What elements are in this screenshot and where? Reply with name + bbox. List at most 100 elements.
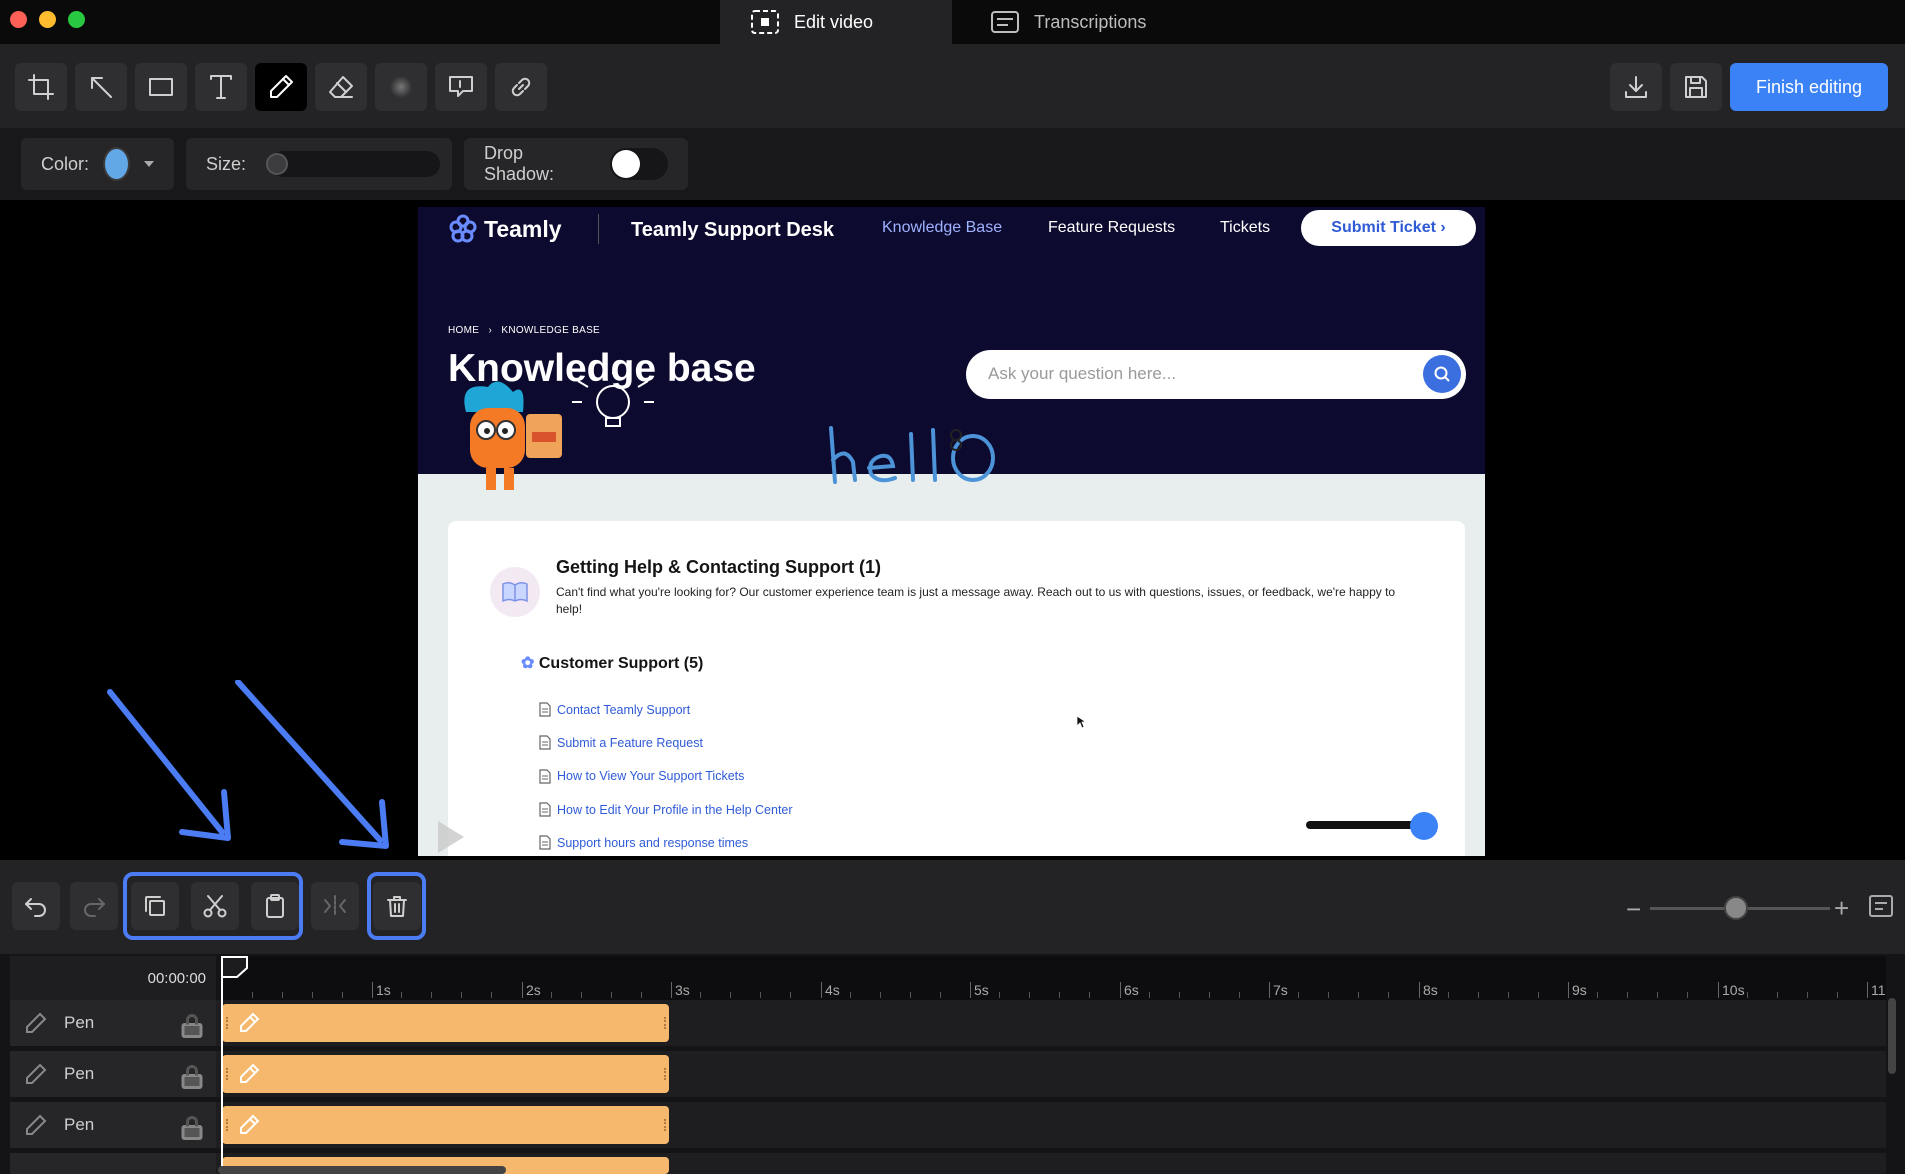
nav-knowledge-base[interactable]: Knowledge Base <box>882 219 1002 237</box>
playhead-handle[interactable] <box>221 956 249 978</box>
article-link[interactable]: Submit a Feature Request <box>521 726 793 759</box>
lock-icon[interactable] <box>180 1116 204 1140</box>
chevron-down-icon[interactable] <box>144 161 154 167</box>
zoom-out-button[interactable]: − <box>1626 894 1641 925</box>
crop-icon <box>28 74 54 100</box>
timeline-vertical-scrollbar[interactable] <box>1888 998 1896 1074</box>
book-icon <box>490 567 540 617</box>
ruler-minor-tick <box>939 992 941 998</box>
download-button[interactable] <box>1610 63 1662 111</box>
link-tool-button[interactable] <box>495 63 547 111</box>
color-property[interactable]: Color: <box>21 138 174 190</box>
ruler-minor-tick <box>1836 992 1838 998</box>
eraser-tool-button[interactable] <box>315 63 367 111</box>
pen-clip[interactable] <box>222 1106 669 1144</box>
tab-transcriptions-label: Transcriptions <box>1034 11 1147 32</box>
pen-tool-button[interactable] <box>255 63 307 111</box>
track-label: Pen <box>64 1115 95 1134</box>
pen-clip[interactable] <box>222 1004 669 1042</box>
article-link[interactable]: How to Edit Your Profile in the Help Cen… <box>521 793 793 826</box>
timeline-horizontal-scrollbar[interactable] <box>218 1166 506 1174</box>
paste-button[interactable] <box>251 882 299 930</box>
clip-start-handle[interactable] <box>226 1119 229 1131</box>
article-link[interactable]: How to View Your Support Tickets <box>521 760 793 793</box>
article-link[interactable]: Support hours and response times <box>521 826 793 856</box>
timeline-ruler[interactable]: 1s 2s 3s 4s 5s 6s 7s 8s 9s 10s 11 <box>222 956 1886 1000</box>
tab-transcriptions[interactable]: Transcriptions <box>960 0 1176 44</box>
nav-tickets[interactable]: Tickets <box>1220 219 1270 237</box>
blur-tool-button[interactable] <box>375 63 427 111</box>
color-swatch[interactable] <box>103 147 130 181</box>
track-header[interactable]: Pen <box>10 1102 216 1148</box>
search-input[interactable]: Ask your question here... <box>988 364 1176 384</box>
lock-icon[interactable] <box>180 1065 204 1089</box>
pen-icon <box>240 1114 260 1134</box>
clip-start-handle[interactable] <box>226 1017 229 1029</box>
nav-feature-requests[interactable]: Feature Requests <box>1048 219 1175 237</box>
zoom-in-button[interactable]: + <box>1834 893 1849 924</box>
article-link-label: How to Edit Your Profile in the Help Cen… <box>557 802 793 817</box>
copy-button[interactable] <box>131 882 179 930</box>
ruler-minor-tick <box>1746 992 1748 998</box>
delete-button[interactable] <box>373 882 421 930</box>
size-slider[interactable] <box>270 151 440 177</box>
ruler-minor-tick <box>1627 992 1629 998</box>
search-button[interactable] <box>1423 355 1461 393</box>
track-row: Pen <box>10 1051 1886 1097</box>
article-link[interactable]: Contact Teamly Support <box>521 693 793 726</box>
close-window-button[interactable] <box>10 11 27 28</box>
finish-editing-button[interactable]: Finish editing <box>1730 63 1888 111</box>
section-title-customer-support[interactable]: ✿ Customer Support (5) <box>521 653 703 673</box>
callout-tool-button[interactable] <box>435 63 487 111</box>
size-slider-knob[interactable] <box>266 153 288 175</box>
video-editor-window: Edit video Transcriptions Finish editing… <box>0 0 1905 1174</box>
lock-icon[interactable] <box>180 1014 204 1038</box>
section-title-getting-help[interactable]: Getting Help & Contacting Support (1) <box>556 557 881 578</box>
pen-icon <box>240 1012 260 1032</box>
pen-clip[interactable] <box>222 1055 669 1093</box>
clip-end-handle[interactable] <box>664 1017 667 1029</box>
rectangle-tool-button[interactable] <box>135 63 187 111</box>
pen-icon <box>26 1114 47 1135</box>
copy-icon <box>145 896 165 916</box>
video-preview[interactable]: Teamly Teamly Support Desk Knowledge Bas… <box>418 207 1485 856</box>
cut-button[interactable] <box>191 882 239 930</box>
preview-volume-knob[interactable] <box>1410 812 1438 840</box>
submit-ticket-button[interactable]: Submit Ticket › <box>1301 210 1476 246</box>
text-icon <box>210 75 232 99</box>
breadcrumb-home[interactable]: HOME <box>448 325 479 336</box>
search-box[interactable]: Ask your question here... <box>966 350 1466 399</box>
callout-icon <box>449 76 473 97</box>
arrow-tool-button[interactable] <box>75 63 127 111</box>
ruler-minor-tick <box>1238 992 1240 998</box>
track-header[interactable]: Pen <box>10 1051 216 1097</box>
split-button[interactable] <box>311 882 359 930</box>
crop-tool-button[interactable] <box>15 63 67 111</box>
undo-button[interactable] <box>12 882 60 930</box>
drop-shadow-toggle[interactable] <box>610 148 668 180</box>
ruler-tick: 7s <box>1269 982 1288 998</box>
clip-end-handle[interactable] <box>664 1119 667 1131</box>
track-header[interactable]: Pen <box>10 1000 216 1046</box>
arrow-icon <box>91 77 112 98</box>
ruler-minor-tick <box>700 992 702 998</box>
clip-start-handle[interactable] <box>226 1068 229 1080</box>
article-link-label: Submit a Feature Request <box>557 735 703 750</box>
mouse-cursor-icon <box>1076 715 1088 729</box>
redo-button[interactable] <box>70 882 118 930</box>
ruler-tick: 5s <box>970 982 989 998</box>
clip-end-handle[interactable] <box>664 1068 667 1080</box>
tab-edit-video[interactable]: Edit video <box>720 0 952 44</box>
track-header[interactable] <box>10 1153 216 1174</box>
text-tool-button[interactable] <box>195 63 247 111</box>
fit-timeline-icon[interactable] <box>1868 894 1894 918</box>
zoom-window-button[interactable] <box>68 11 85 28</box>
article-link-label: Contact Teamly Support <box>557 702 691 717</box>
playhead[interactable] <box>221 958 223 1174</box>
rectangle-icon <box>149 78 173 96</box>
minimize-window-button[interactable] <box>39 11 56 28</box>
zoom-slider-knob[interactable] <box>1724 896 1748 920</box>
ruler-minor-tick <box>1298 992 1300 998</box>
preview-volume-slider[interactable] <box>1306 821 1416 829</box>
save-button[interactable] <box>1670 63 1722 111</box>
